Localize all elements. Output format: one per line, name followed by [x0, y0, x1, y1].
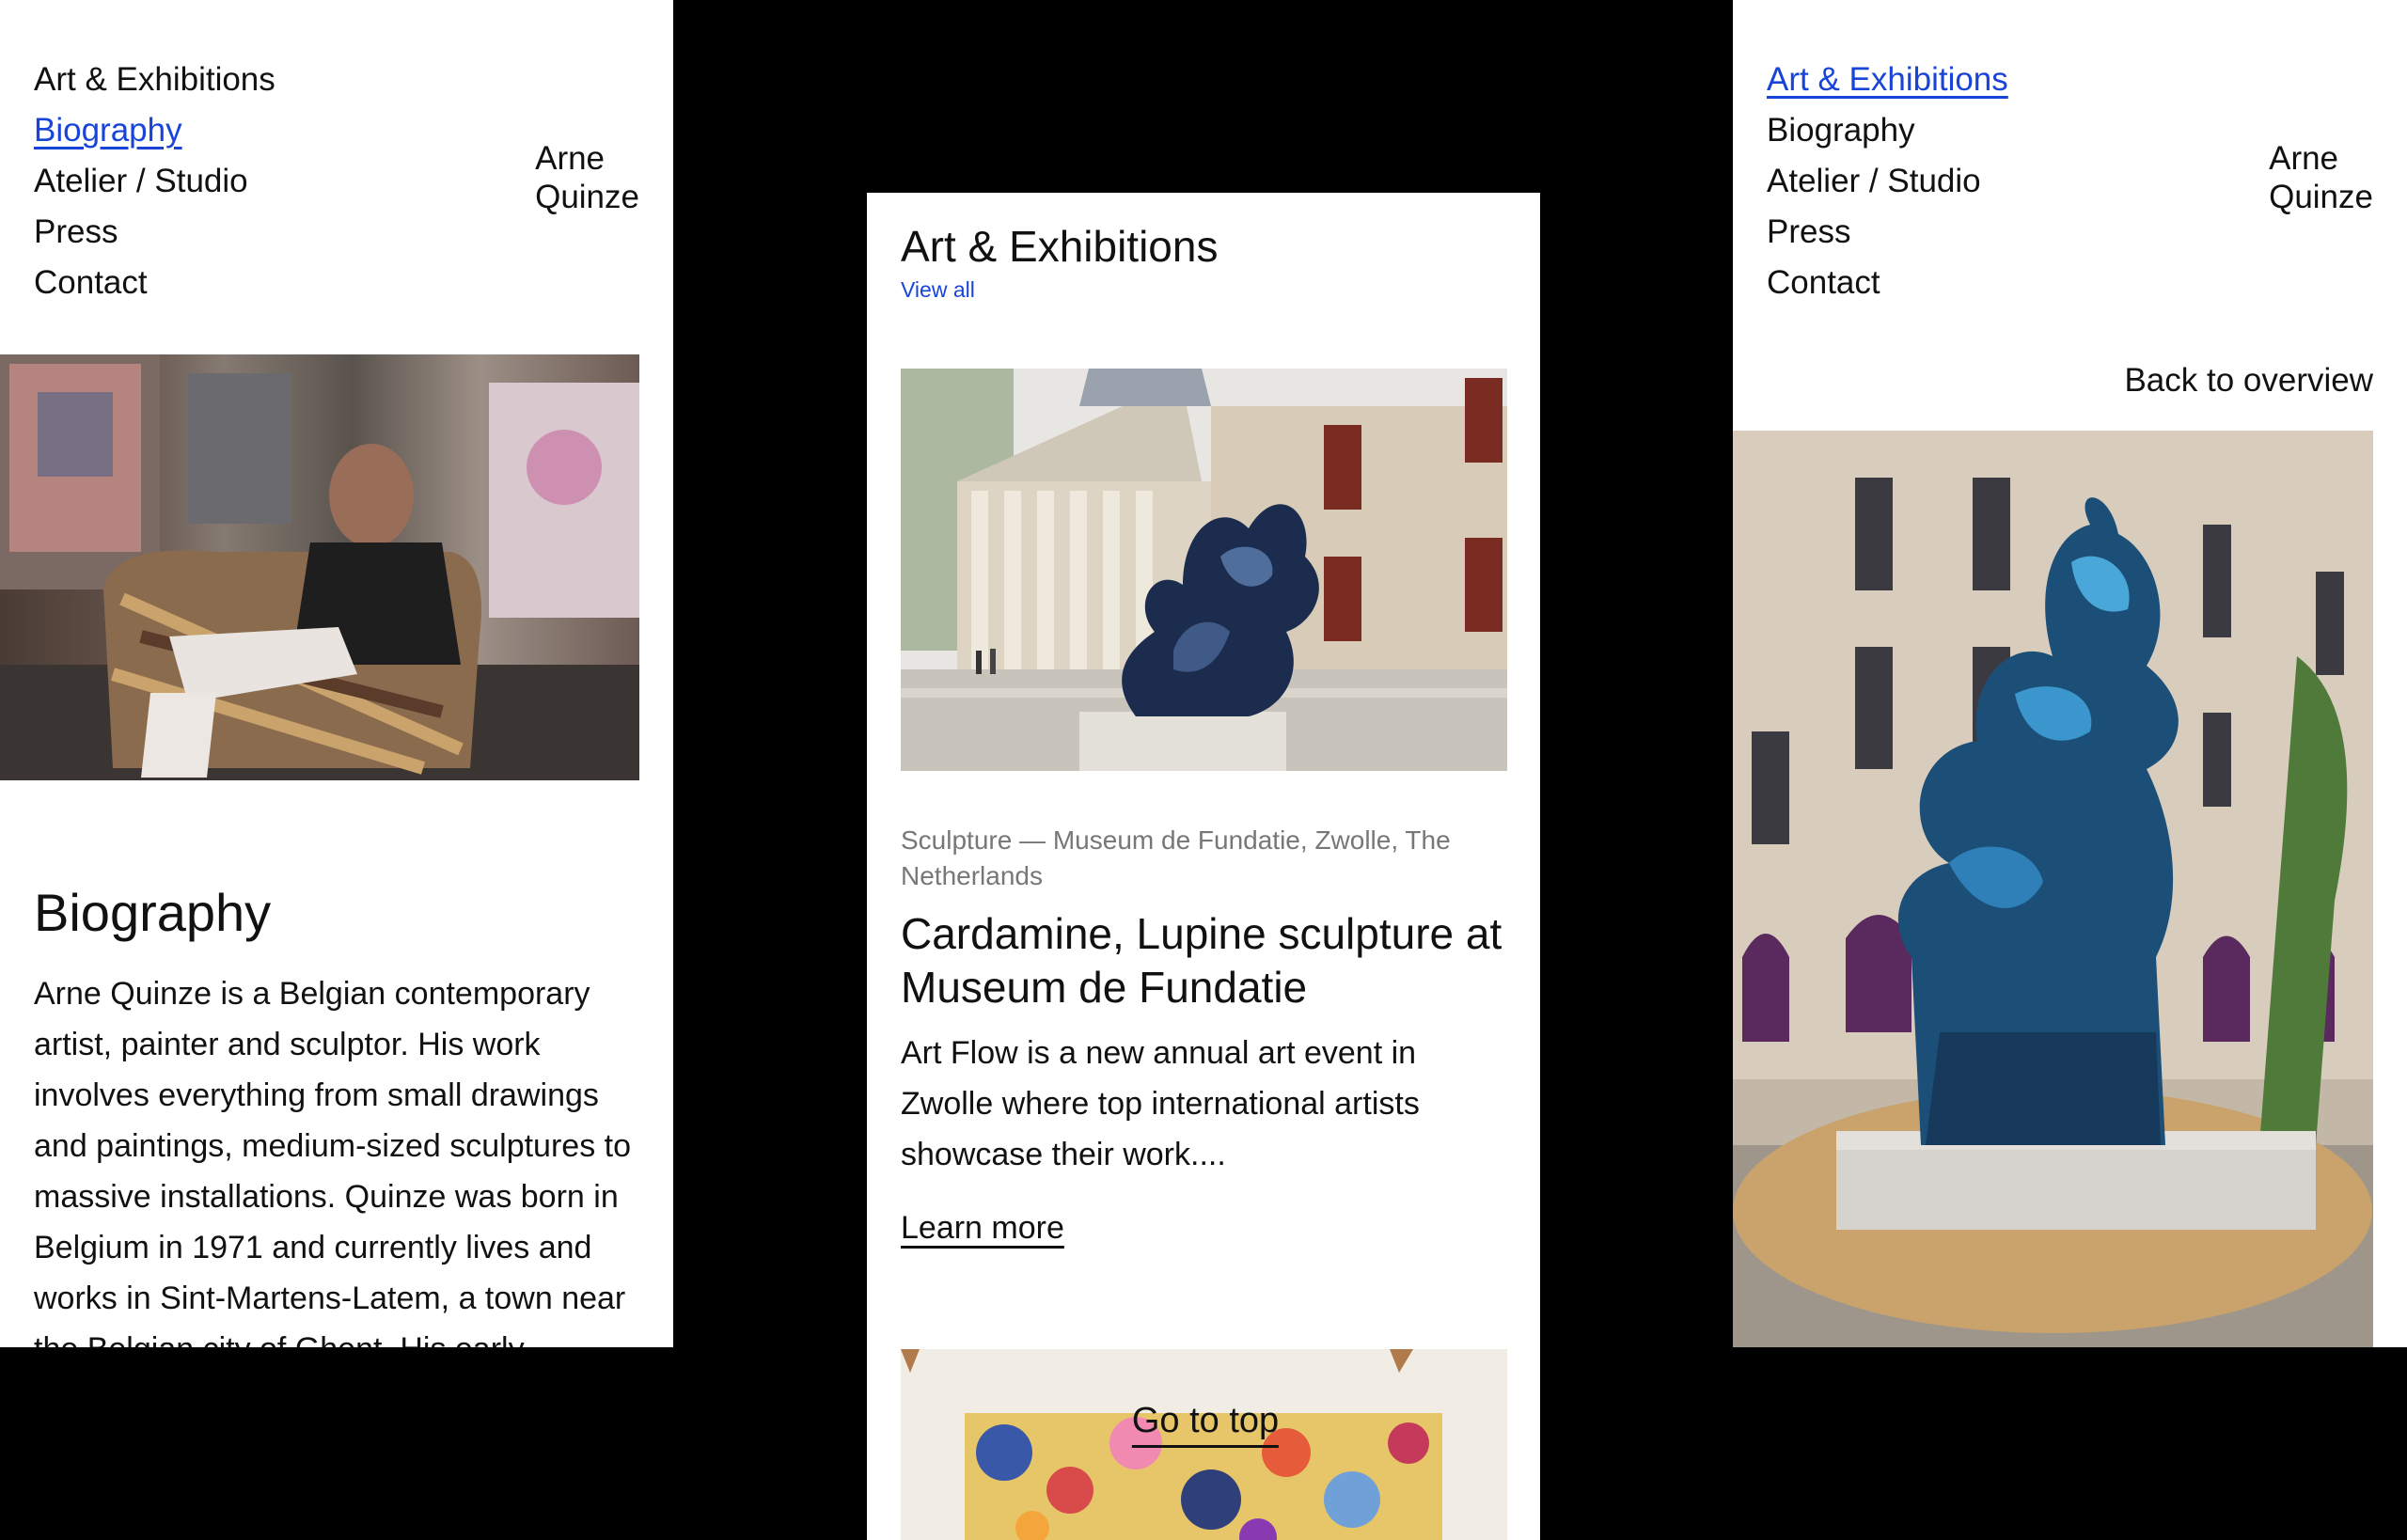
- exhibition-card-image[interactable]: [901, 369, 1507, 771]
- brand-line-1: Arne: [535, 140, 606, 177]
- back-to-overview-link[interactable]: Back to overview: [2124, 362, 2373, 400]
- nav-item-biography[interactable]: Biography: [1767, 105, 2008, 156]
- exhibition-meta: Sculpture — Museum de Fundatie, Zwolle, …: [901, 825, 1451, 890]
- blue-sculpture-illustration: [1733, 431, 2373, 1347]
- artist-portrait-illustration: [0, 354, 639, 780]
- nav-item-art-exhibitions[interactable]: Art & Exhibitions: [34, 55, 275, 105]
- nav-item-atelier-studio[interactable]: Atelier / Studio: [1767, 156, 2008, 207]
- nav-item-contact[interactable]: Contact: [1767, 258, 2008, 308]
- brand-line-1: Arne: [2269, 140, 2339, 177]
- nav-item-contact[interactable]: Contact: [34, 258, 275, 308]
- brand-logo[interactable]: Arne Quinze: [2269, 139, 2373, 216]
- page-title: Biography: [34, 883, 272, 942]
- nav-item-press[interactable]: Press: [1767, 207, 2008, 258]
- brand-line-2: Quinze: [2269, 179, 2373, 215]
- exhibition-excerpt: Art Flow is a new annual art event in Zw…: [901, 1035, 1420, 1172]
- nav-item-press[interactable]: Press: [34, 207, 275, 258]
- nav-item-art-exhibitions[interactable]: Art & Exhibitions: [1767, 55, 2008, 105]
- museum-sculpture-illustration: [901, 369, 1507, 771]
- nav-item-biography[interactable]: Biography: [34, 105, 275, 156]
- brand-logo[interactable]: Arne Quinze: [535, 139, 639, 216]
- exhibitions-screen: Art & Exhibitions View all Sculpture — M…: [867, 193, 1540, 1540]
- section-title: Art & Exhibitions: [901, 222, 1219, 271]
- biography-text: Arne Quinze is a Belgian contemporary ar…: [34, 976, 631, 1347]
- artist-portrait-image: [0, 354, 639, 780]
- exhibition-detail-image: [1733, 431, 2373, 1347]
- nav-item-atelier-studio[interactable]: Atelier / Studio: [34, 156, 275, 207]
- go-to-top-button[interactable]: Go to top: [1131, 1401, 1280, 1448]
- view-all-link[interactable]: View all: [901, 277, 975, 303]
- brand-line-2: Quinze: [535, 179, 639, 215]
- exhibition-detail-screen: Art & Exhibitions Biography Atelier / St…: [1733, 0, 2407, 1347]
- learn-more-link[interactable]: Learn more: [901, 1210, 1064, 1247]
- exhibition-title[interactable]: Cardamine, Lupine sculpture at Museum de…: [901, 907, 1507, 1014]
- main-nav: Art & Exhibitions Biography Atelier / St…: [34, 55, 275, 308]
- main-nav: Art & Exhibitions Biography Atelier / St…: [1767, 55, 2008, 308]
- biography-screen: Art & Exhibitions Biography Atelier / St…: [0, 0, 673, 1347]
